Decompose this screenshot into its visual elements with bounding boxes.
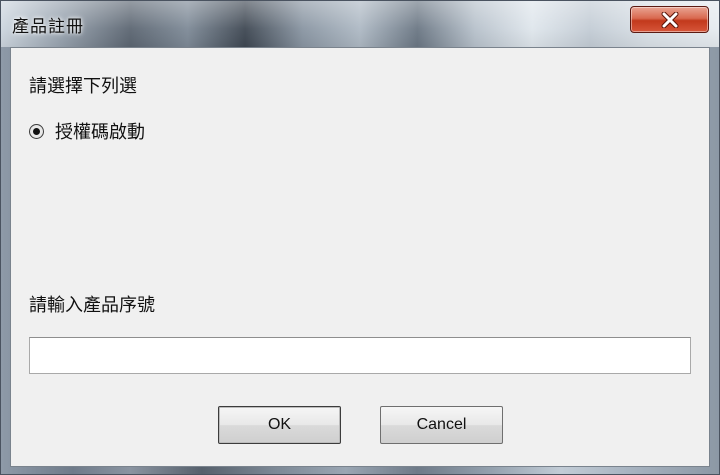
dialog-body: 請選擇下列選 授權碼啟動 請輸入產品序號 OK Cancel — [10, 47, 710, 467]
serial-number-label: 請輸入產品序號 — [29, 295, 155, 316]
radio-button[interactable] — [29, 123, 44, 139]
dialog-window: 產品註冊 請選擇下列選 授權碼啟動 請輸入產品序號 OK Cancel — [0, 0, 720, 475]
cancel-button[interactable]: Cancel — [380, 406, 503, 444]
radio-option-label[interactable]: 授權碼啟動 — [55, 118, 145, 144]
radio-option-license-activation[interactable]: 授權碼啟動 — [29, 118, 145, 144]
close-button[interactable] — [630, 6, 709, 33]
serial-number-input[interactable] — [29, 337, 691, 374]
title-bar[interactable]: 產品註冊 — [1, 1, 719, 47]
selection-prompt: 請選擇下列選 — [29, 76, 137, 97]
ok-button[interactable]: OK — [218, 406, 341, 444]
radio-selected-dot — [33, 127, 40, 135]
close-icon — [661, 11, 678, 28]
window-title: 產品註冊 — [12, 17, 84, 37]
